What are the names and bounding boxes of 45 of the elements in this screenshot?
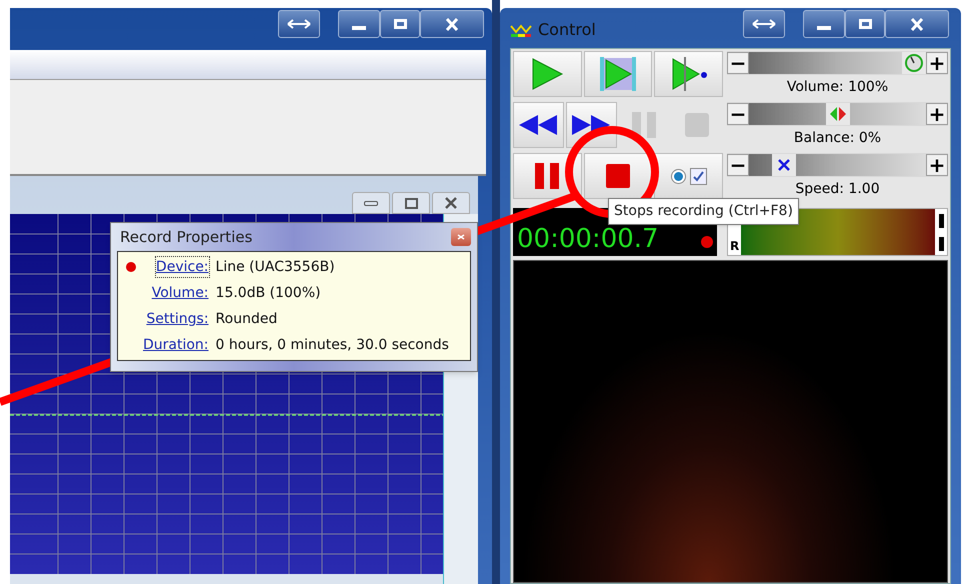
close-icon — [910, 18, 924, 30]
play-button[interactable] — [513, 51, 582, 97]
close-button[interactable] — [420, 10, 484, 38]
stop-icon — [604, 163, 631, 189]
record-stop-button[interactable] — [584, 153, 652, 199]
slider-thumb-cross-icon[interactable] — [772, 154, 796, 176]
rewind-button[interactable] — [513, 102, 564, 148]
plus-button[interactable]: + — [926, 154, 948, 176]
checkbox[interactable] — [690, 168, 707, 184]
close-icon — [445, 18, 459, 30]
play-to-cursor-button[interactable] — [654, 51, 723, 97]
plus-button[interactable]: + — [926, 52, 948, 74]
resize-button[interactable] — [743, 10, 785, 38]
window-title: Control — [538, 19, 596, 41]
peak-marker — [938, 214, 944, 228]
pause-icon — [631, 111, 658, 139]
peak-marker — [938, 236, 944, 250]
double-arrow-icon — [752, 19, 776, 29]
maximize-button[interactable] — [380, 10, 420, 38]
maximize-button[interactable] — [845, 10, 885, 38]
play-selection-icon — [598, 56, 638, 92]
channel-label: R — [729, 238, 740, 255]
slider-label: Volume: 100% — [786, 78, 888, 97]
play-selection-button[interactable] — [584, 51, 652, 97]
slider-thumb-gauge-icon[interactable] — [902, 52, 926, 74]
fast-forward-icon — [571, 114, 612, 136]
close-button[interactable] — [885, 10, 949, 38]
wave-logo-icon — [510, 22, 532, 38]
tooltip: Stops recording (Ctrl+F8) — [608, 198, 799, 225]
slider-thumb-balance-icon[interactable] — [826, 103, 850, 125]
slider-label: Speed: 1.00 — [795, 180, 880, 199]
minus-button[interactable]: − — [727, 52, 749, 74]
double-arrow-icon — [287, 19, 311, 29]
minimize-button[interactable] — [803, 10, 845, 38]
play-icon — [530, 57, 564, 91]
stop-icon — [684, 112, 710, 138]
slider-label: Balance: 0% — [794, 129, 882, 148]
radio-button[interactable] — [670, 168, 686, 184]
minus-button[interactable]: − — [727, 103, 749, 125]
rewind-icon — [518, 114, 558, 136]
minimize-button[interactable] — [338, 10, 380, 38]
minus-button[interactable]: − — [727, 154, 749, 176]
pause-icon — [534, 162, 560, 190]
resize-button[interactable] — [278, 10, 320, 38]
plus-button[interactable]: + — [926, 103, 948, 125]
